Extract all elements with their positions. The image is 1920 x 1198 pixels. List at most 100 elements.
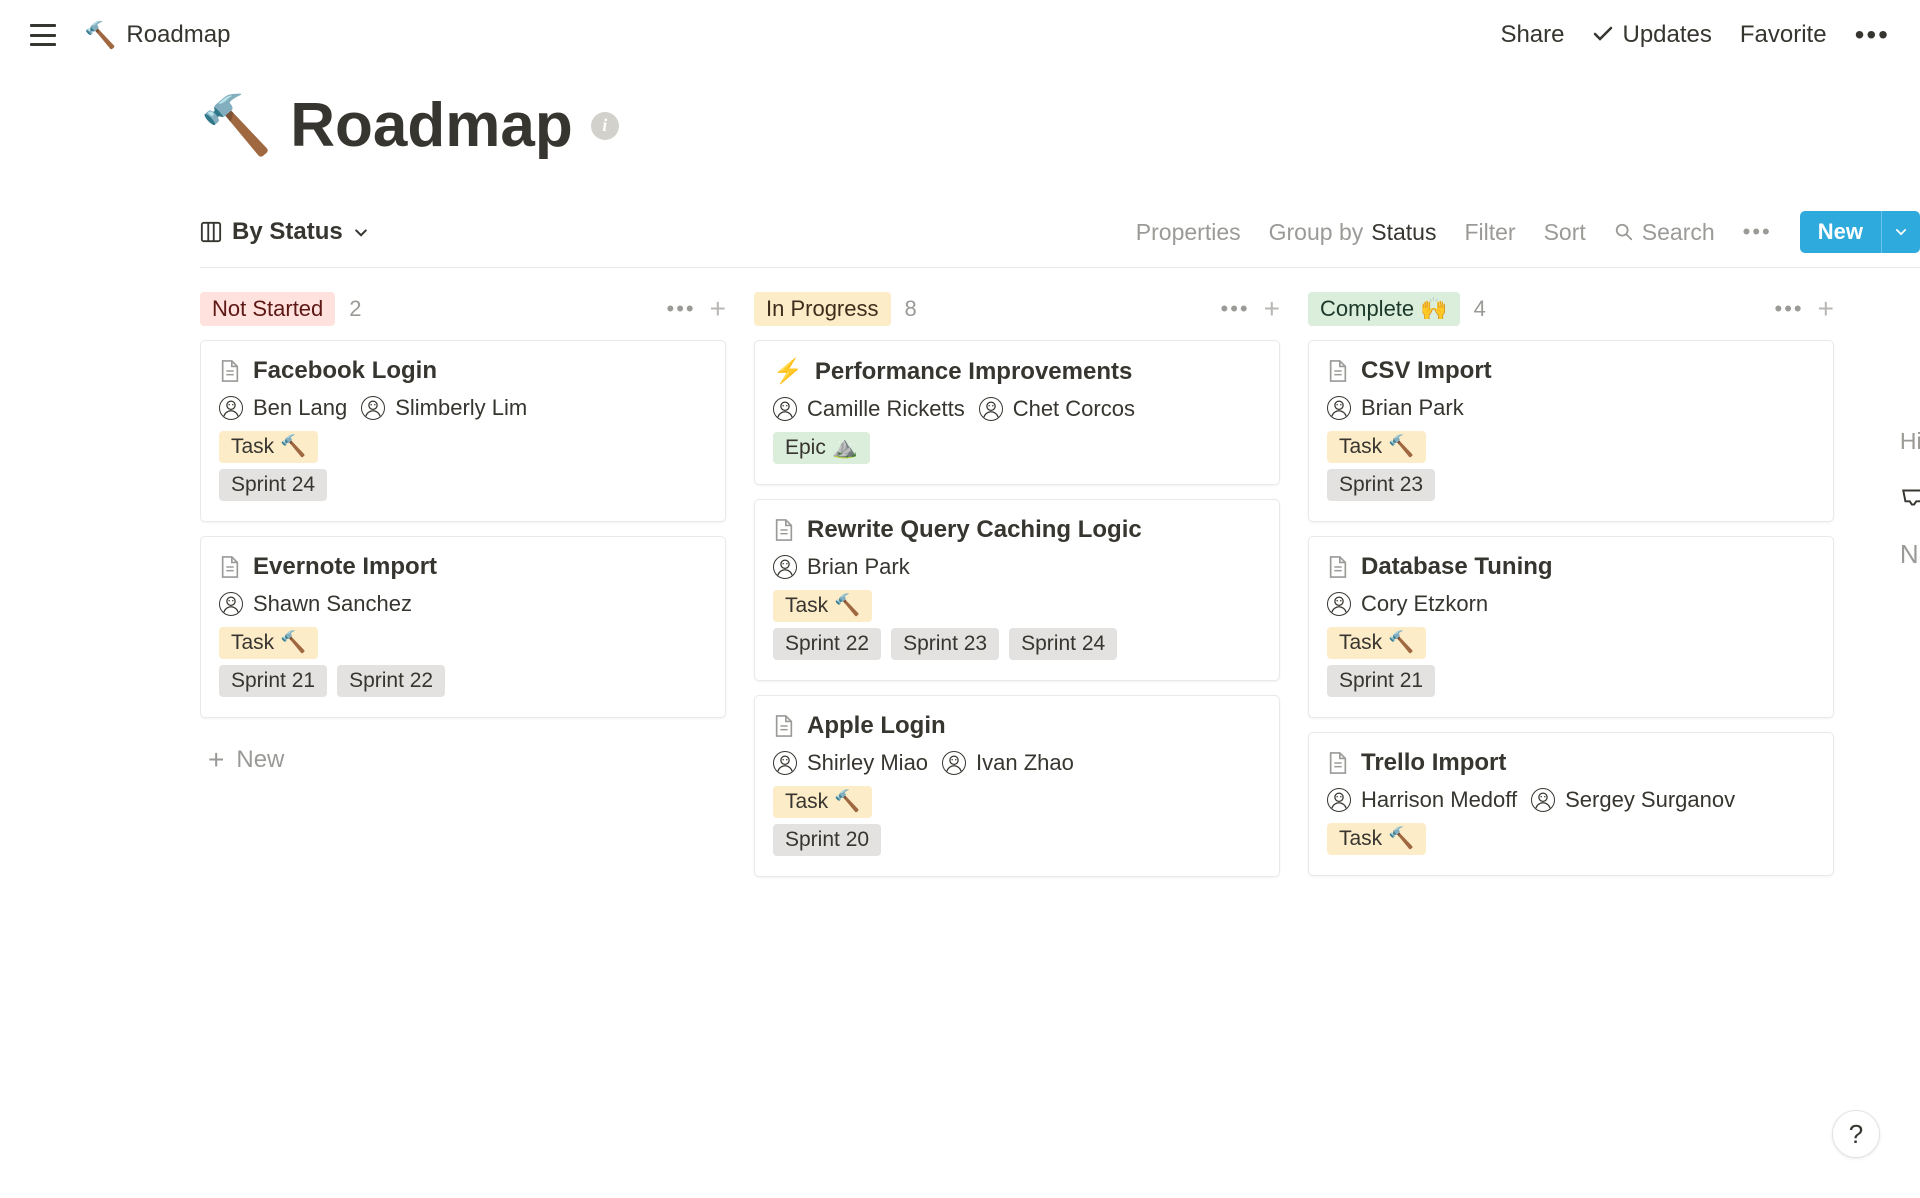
card-title: CSV Import <box>1361 357 1492 385</box>
card-title: Evernote Import <box>253 553 437 581</box>
add-card-label: New <box>236 746 284 774</box>
page-icon <box>1327 358 1349 384</box>
column-label[interactable]: Not Started <box>200 292 335 326</box>
assignee-name: Shirley Miao <box>807 750 928 776</box>
search-icon <box>1614 222 1634 242</box>
assignee: Harrison Medoff <box>1327 787 1517 813</box>
card[interactable]: Apple LoginShirley MiaoIvan ZhaoTask 🔨Sp… <box>754 695 1280 877</box>
board-column: In Progress8•••+⚡Performance Improvement… <box>754 286 1280 891</box>
card-title: Trello Import <box>1361 749 1506 777</box>
column-count: 2 <box>349 296 361 322</box>
new-button-group: New <box>1800 211 1920 253</box>
card-title: Database Tuning <box>1361 553 1553 581</box>
sprint-tag: Sprint 21 <box>219 665 327 697</box>
assignee: Slimberly Lim <box>361 395 527 421</box>
assignee-name: Sergey Surganov <box>1565 787 1735 813</box>
page-icon <box>1327 750 1349 776</box>
inbox-icon[interactable] <box>1900 485 1920 509</box>
assignee-name: Ben Lang <box>253 395 347 421</box>
avatar-icon <box>773 397 797 421</box>
new-dropdown[interactable] <box>1881 211 1920 253</box>
card[interactable]: Trello Import Harrison Medoff Sergey Surga… <box>1308 732 1834 876</box>
view-switcher[interactable]: By Status <box>200 218 369 246</box>
toolbar-more-icon[interactable]: ••• <box>1743 219 1772 245</box>
column-label[interactable]: Complete 🙌 <box>1308 292 1460 326</box>
group-by-button[interactable]: Group by Status <box>1269 219 1437 246</box>
sprint-tag: Sprint 24 <box>1009 628 1117 660</box>
filter-button[interactable]: Filter <box>1464 219 1515 246</box>
card-assignees: Brian Park <box>1327 395 1815 421</box>
column-add-icon[interactable]: + <box>1818 295 1834 323</box>
more-icon[interactable]: ••• <box>1855 19 1890 51</box>
card-title: Facebook Login <box>253 357 437 385</box>
kanban-board: Not Started 2 ••• + Facebook Login Ben Lang Sl… <box>200 268 1920 891</box>
column-count: 4 <box>1474 296 1486 322</box>
page-icon <box>219 358 241 384</box>
new-button[interactable]: New <box>1800 211 1881 253</box>
card-assignees: Cory Etzkorn <box>1327 591 1815 617</box>
card-emoji-icon: ⚡ <box>773 357 803 386</box>
assignee-name: Harrison Medoff <box>1361 787 1517 813</box>
database-toolbar: By Status Properties Group by Status Fil… <box>200 211 1920 268</box>
card[interactable]: Rewrite Query Caching LogicBrian ParkTas… <box>754 499 1280 681</box>
help-button[interactable]: ? <box>1832 1110 1880 1158</box>
assignee: Brian Park <box>773 554 910 580</box>
assignee: Brian Park <box>1327 395 1464 421</box>
avatar-icon <box>361 396 385 420</box>
column-label[interactable]: In Progress <box>754 292 891 326</box>
avatar-icon <box>942 751 966 775</box>
add-card-button[interactable]: +New <box>200 732 726 788</box>
info-icon[interactable]: i <box>591 112 619 140</box>
card[interactable]: Facebook LoginBen LangSlimberly LimTask … <box>200 340 726 522</box>
assignee-name: Brian Park <box>807 554 910 580</box>
share-button[interactable]: Share <box>1500 21 1564 49</box>
avatar-icon <box>1327 788 1351 812</box>
page-title[interactable]: Roadmap <box>290 90 572 161</box>
page-title-row: 🔨 Roadmap i <box>200 90 1920 161</box>
chevron-down-icon <box>353 224 369 240</box>
card-assignees: Shawn Sanchez <box>219 591 707 617</box>
sprint-tag: Sprint 20 <box>773 824 881 856</box>
avatar-icon <box>979 397 1003 421</box>
page-emoji[interactable]: 🔨 <box>200 92 272 160</box>
search-label: Search <box>1642 219 1715 246</box>
breadcrumb-icon: 🔨 <box>84 20 116 51</box>
card-assignees: Ben Lang Slimberly Lim <box>219 395 707 421</box>
search-button[interactable]: Search <box>1614 219 1715 246</box>
group-by-value: Status <box>1371 219 1436 246</box>
column-header: In Progress8•••+ <box>754 286 1280 340</box>
column-add-icon[interactable]: + <box>710 295 726 323</box>
type-tag: Task 🔨 <box>1327 431 1426 463</box>
card[interactable]: Database TuningCory EtzkornTask 🔨Sprint … <box>1308 536 1834 718</box>
properties-button[interactable]: Properties <box>1136 219 1241 246</box>
avatar-icon <box>219 396 243 420</box>
column-more-icon[interactable]: ••• <box>667 296 696 322</box>
group-by-prefix: Group by <box>1269 219 1364 246</box>
card[interactable]: Evernote ImportShawn SanchezTask 🔨Sprint… <box>200 536 726 718</box>
sprint-tag: Sprint 23 <box>1327 469 1435 501</box>
column-more-icon[interactable]: ••• <box>1775 296 1804 322</box>
card-assignees: Brian Park <box>773 554 1261 580</box>
breadcrumb[interactable]: Roadmap <box>126 21 230 49</box>
card[interactable]: CSV Import Brian Park Task 🔨 Sprint 23 <box>1308 340 1834 522</box>
column-add-icon[interactable]: + <box>1264 295 1280 323</box>
sort-button[interactable]: Sort <box>1544 219 1586 246</box>
menu-toggle-icon[interactable] <box>30 24 56 46</box>
assignee: Cory Etzkorn <box>1327 591 1488 617</box>
avatar-icon <box>773 751 797 775</box>
favorite-button[interactable]: Favorite <box>1740 21 1827 49</box>
card[interactable]: ⚡Performance ImprovementsCamille Rickett… <box>754 340 1280 485</box>
assignee-name: Slimberly Lim <box>395 395 527 421</box>
board-icon <box>200 221 222 243</box>
updates-button[interactable]: Updates <box>1592 21 1711 49</box>
column-more-icon[interactable]: ••• <box>1221 296 1250 322</box>
view-label: By Status <box>232 218 343 246</box>
assignee-name: Cory Etzkorn <box>1361 591 1488 617</box>
assignee-name: Chet Corcos <box>1013 396 1135 422</box>
sprint-tag: Sprint 23 <box>891 628 999 660</box>
hidden-groups-label[interactable]: Hidde <box>1900 428 1920 455</box>
assignee-name: Ivan Zhao <box>976 750 1074 776</box>
check-icon <box>1592 24 1614 46</box>
card-title: Performance Improvements <box>815 358 1132 386</box>
type-tag: Epic ⛰️ <box>773 432 870 464</box>
